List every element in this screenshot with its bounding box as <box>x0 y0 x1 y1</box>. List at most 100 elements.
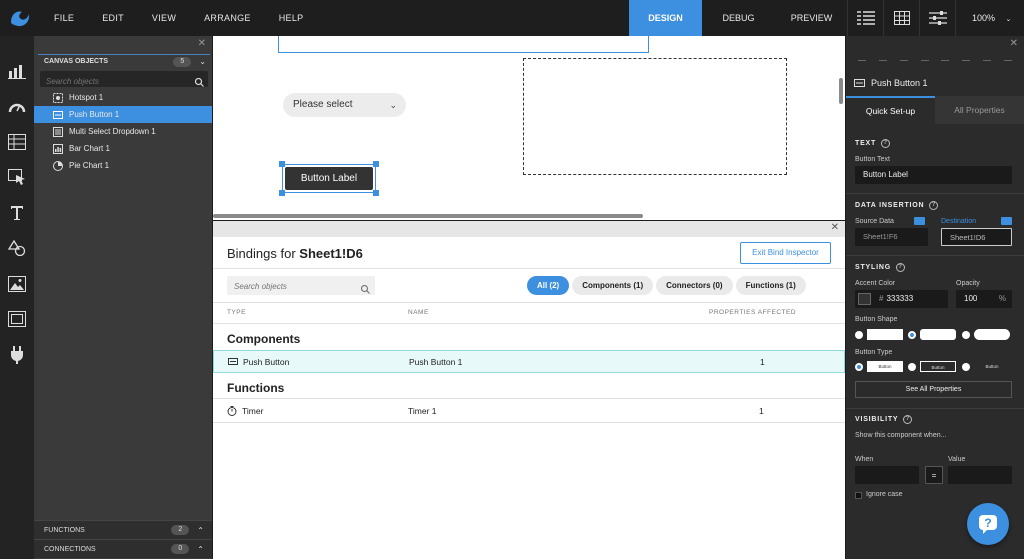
distribute-h-icon[interactable] <box>982 53 991 61</box>
canvas-dropdown[interactable]: Please select ⌄ <box>283 93 406 117</box>
align-right-icon[interactable] <box>899 53 908 61</box>
objects-search-input[interactable] <box>40 73 180 90</box>
close-icon[interactable]: ✕ <box>198 38 206 49</box>
tab-all-properties[interactable]: All Properties <box>935 96 1024 124</box>
type-text-option[interactable]: Button <box>974 361 1010 372</box>
menu-arrange[interactable]: ARRANGE <box>190 0 265 36</box>
horizontal-scrollbar[interactable] <box>213 214 643 218</box>
functions-section[interactable]: FUNCTIONS 2 ⌃ <box>34 520 212 539</box>
align-top-icon[interactable] <box>920 53 929 61</box>
accent-color-input[interactable]: #333333 <box>855 290 948 308</box>
type-filled-radio[interactable] <box>855 363 863 371</box>
app-logo[interactable] <box>0 0 40 36</box>
filter-components[interactable]: Components (1) <box>572 276 654 295</box>
sheet-icon[interactable] <box>1001 217 1012 225</box>
mode-preview[interactable]: PREVIEW <box>775 0 848 36</box>
tree-item-hotspot[interactable]: Hotspot 1 <box>34 89 212 106</box>
help-chat-button[interactable]: ? <box>967 503 1009 545</box>
help-icon[interactable]: ? <box>895 263 905 272</box>
table-row[interactable]: Timer Timer 1 1 <box>213 399 845 422</box>
filter-all[interactable]: All (2) <box>527 276 570 295</box>
design-canvas[interactable]: Please select ⌄ Button Label <box>213 36 845 220</box>
menu-view[interactable]: VIEW <box>138 0 190 36</box>
help-icon[interactable]: ? <box>881 139 891 148</box>
exit-bind-inspector-button[interactable]: Exit Bind Inspector <box>740 242 831 264</box>
chevron-down-icon[interactable]: ⌄ <box>199 57 206 66</box>
gauge-icon[interactable] <box>7 96 27 116</box>
resize-handle[interactable] <box>279 190 285 196</box>
canvas-objects-header[interactable]: CANVAS OBJECTS 5 ⌄ <box>38 54 210 68</box>
shape-pill-radio[interactable] <box>962 331 970 339</box>
sheet-icon[interactable] <box>914 217 925 225</box>
mode-debug[interactable]: DEBUG <box>702 0 775 36</box>
distribute-v-icon[interactable] <box>1003 53 1012 61</box>
destination-input[interactable]: Sheet1!D6 <box>941 228 1012 246</box>
shape-square-option[interactable] <box>867 329 903 340</box>
align-middle-icon[interactable] <box>941 53 950 61</box>
shape-square-radio[interactable] <box>855 331 863 339</box>
help-icon[interactable]: ? <box>903 415 913 424</box>
menu-edit[interactable]: EDIT <box>88 0 138 36</box>
zoom-dropdown[interactable]: 100% ⌄ <box>955 0 1024 36</box>
ignore-case-checkbox[interactable] <box>855 492 862 499</box>
bindings-search-input[interactable] <box>227 277 347 296</box>
shapes-icon[interactable] <box>7 238 27 258</box>
type-text-radio[interactable] <box>962 363 970 371</box>
source-data-input[interactable]: Sheet1!F6 <box>855 228 928 246</box>
operator-select[interactable]: = <box>925 466 943 484</box>
menu-help[interactable]: HELP <box>265 0 318 36</box>
align-left-icon[interactable] <box>858 53 867 61</box>
tree-item-bar-chart[interactable]: Bar Chart 1 <box>34 140 212 157</box>
connections-section[interactable]: CONNECTIONS 0 ⌃ <box>34 539 212 558</box>
canvas-push-button-selection[interactable]: Button Label <box>279 161 379 196</box>
shape-rounded-option[interactable] <box>920 329 956 340</box>
resize-handle[interactable] <box>373 190 379 196</box>
type-filled-option[interactable]: Button <box>867 361 903 372</box>
tab-quick-setup[interactable]: Quick Set-up <box>846 96 935 124</box>
when-input[interactable] <box>855 466 919 484</box>
resize-handle[interactable] <box>373 161 379 167</box>
close-icon[interactable]: ✕ <box>1010 38 1018 49</box>
value-input[interactable] <box>948 466 1012 484</box>
list-view-icon[interactable] <box>847 0 883 36</box>
search-icon[interactable] <box>360 281 370 299</box>
close-icon[interactable]: ✕ <box>831 222 839 233</box>
component-name: Push Button 1 <box>871 78 928 88</box>
plug-icon[interactable] <box>7 345 27 365</box>
canvas-hotspot[interactable] <box>523 58 787 175</box>
sliders-icon[interactable] <box>919 0 955 36</box>
chart-icon[interactable] <box>7 61 27 81</box>
tree-item-pie-chart[interactable]: Pie Chart 1 <box>34 157 212 174</box>
opacity-input[interactable]: 100 % <box>956 290 1012 308</box>
grid-view-icon[interactable] <box>883 0 919 36</box>
type-outline-option[interactable]: Button <box>920 361 956 372</box>
align-center-icon[interactable] <box>879 53 888 61</box>
resize-handle[interactable] <box>279 161 285 167</box>
button-text-input[interactable]: Button Label <box>855 166 1012 184</box>
filter-connectors[interactable]: Connectors (0) <box>656 276 733 295</box>
type-outline-radio[interactable] <box>908 363 916 371</box>
shape-rounded-radio[interactable] <box>908 331 916 339</box>
chevron-up-icon[interactable]: ⌃ <box>197 526 204 535</box>
see-all-properties-button[interactable]: See All Properties <box>855 381 1012 398</box>
image-icon[interactable] <box>7 274 27 294</box>
align-bottom-icon[interactable] <box>962 53 971 61</box>
table-icon[interactable] <box>7 132 27 152</box>
vertical-scrollbar[interactable] <box>839 78 843 104</box>
frame-icon[interactable] <box>7 309 27 329</box>
filter-functions[interactable]: Functions (1) <box>735 276 806 295</box>
tree-item-multi-select[interactable]: Multi Select Dropdown 1 <box>34 123 212 140</box>
mode-design[interactable]: DESIGN <box>629 0 702 36</box>
help-icon[interactable]: ? <box>929 201 939 210</box>
text-icon[interactable] <box>7 203 27 223</box>
menu-file[interactable]: FILE <box>40 0 88 36</box>
hotspot-icon <box>53 92 63 103</box>
table-row[interactable]: Push Button Push Button 1 1 <box>213 350 845 373</box>
shape-pill-option[interactable] <box>974 329 1010 340</box>
canvas-push-button[interactable]: Button Label <box>285 167 373 190</box>
canvas-selected-frame[interactable] <box>278 36 649 53</box>
tree-item-push-button[interactable]: Push Button 1 <box>34 106 212 123</box>
pointer-icon[interactable] <box>7 167 27 187</box>
chevron-up-icon[interactable]: ⌃ <box>197 545 204 554</box>
accent-swatch[interactable] <box>858 293 871 305</box>
